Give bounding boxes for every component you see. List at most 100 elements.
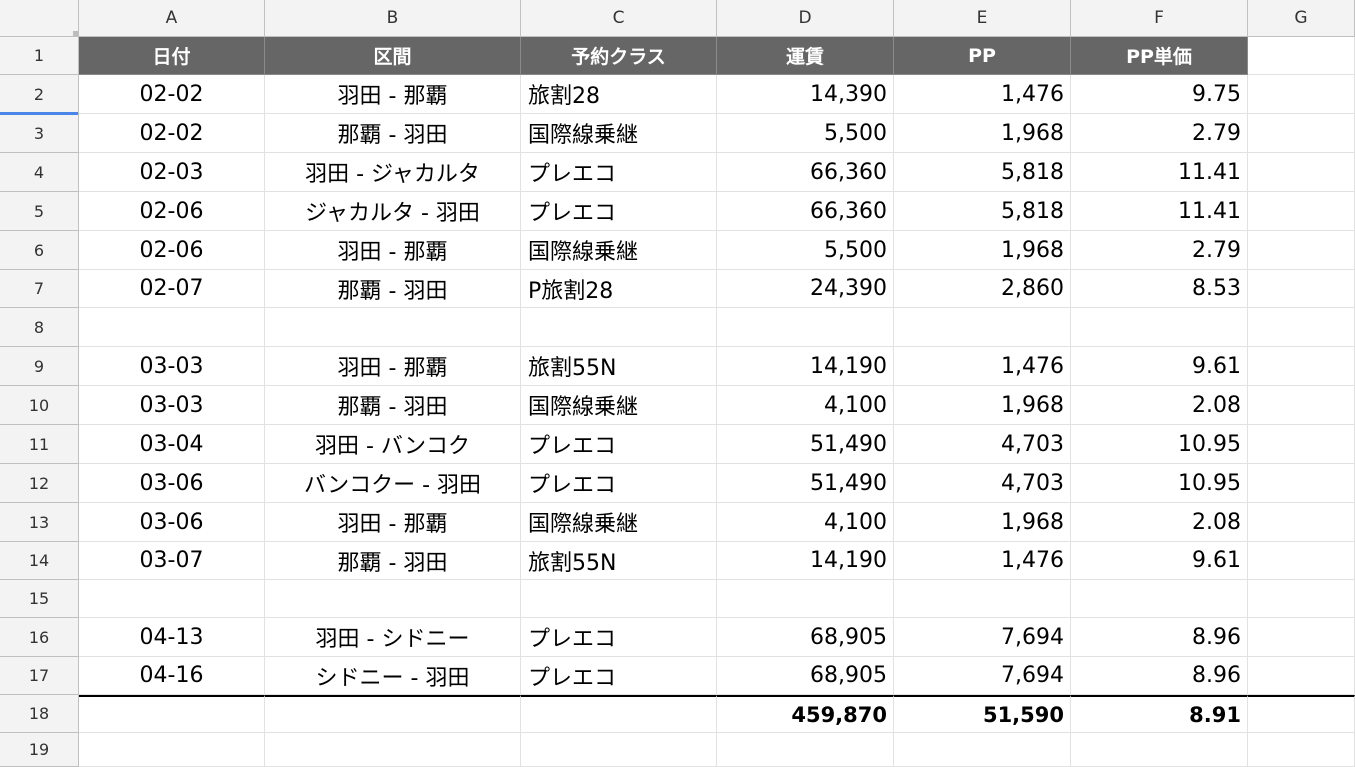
data-cell[interactable] <box>79 733 265 767</box>
data-cell[interactable]: 1,968 <box>894 503 1071 542</box>
column-header-f[interactable]: F <box>1071 0 1248 37</box>
data-cell[interactable]: 羽田 - シドニー <box>265 618 521 657</box>
total-cell[interactable]: 51,590 <box>894 695 1071 733</box>
data-cell[interactable] <box>894 733 1071 767</box>
data-cell[interactable] <box>1248 386 1355 425</box>
data-cell[interactable]: シドニー - 羽田 <box>265 657 521 695</box>
row-header-7[interactable]: 7 <box>0 270 79 308</box>
data-cell[interactable]: 5,818 <box>894 192 1071 231</box>
data-cell[interactable] <box>717 580 894 618</box>
row-header-12[interactable]: 12 <box>0 464 79 503</box>
data-cell[interactable]: 7,694 <box>894 657 1071 695</box>
data-cell[interactable]: 羽田 - バンコク <box>265 425 521 464</box>
data-cell[interactable]: 2.08 <box>1071 503 1248 542</box>
column-header-a[interactable]: A <box>79 0 265 37</box>
data-cell[interactable]: 羽田 - 那覇 <box>265 231 521 270</box>
total-cell[interactable]: 459,870 <box>717 695 894 733</box>
data-cell[interactable]: プレエコ <box>521 192 717 231</box>
data-cell[interactable] <box>1248 580 1355 618</box>
data-cell[interactable]: 11.41 <box>1071 192 1248 231</box>
data-cell[interactable]: 羽田 - 那覇 <box>265 503 521 542</box>
data-cell[interactable]: プレエコ <box>521 464 717 503</box>
data-cell[interactable] <box>521 733 717 767</box>
data-cell[interactable]: 那覇 - 羽田 <box>265 386 521 425</box>
data-cell[interactable]: 14,190 <box>717 347 894 386</box>
row-header-13[interactable]: 13 <box>0 503 79 542</box>
data-cell[interactable]: 2.08 <box>1071 386 1248 425</box>
data-cell[interactable]: バンコクー - 羽田 <box>265 464 521 503</box>
data-cell[interactable]: 1,476 <box>894 542 1071 580</box>
data-cell[interactable]: 14,190 <box>717 542 894 580</box>
total-cell[interactable] <box>79 695 265 733</box>
data-cell[interactable]: P旅割28 <box>521 270 717 308</box>
data-cell[interactable] <box>265 308 521 347</box>
data-cell[interactable] <box>79 308 265 347</box>
data-cell[interactable]: プレエコ <box>521 618 717 657</box>
data-cell[interactable] <box>1071 733 1248 767</box>
data-cell[interactable]: 9.61 <box>1071 542 1248 580</box>
data-cell[interactable]: 国際線乗継 <box>521 386 717 425</box>
data-cell[interactable]: 8.53 <box>1071 270 1248 308</box>
data-cell[interactable]: 8.96 <box>1071 657 1248 695</box>
data-cell[interactable]: 那覇 - 羽田 <box>265 114 521 153</box>
data-cell[interactable]: 02-07 <box>79 270 265 308</box>
data-cell[interactable]: 14,390 <box>717 75 894 114</box>
row-header-5[interactable]: 5 <box>0 192 79 231</box>
row-header-18[interactable]: 18 <box>0 695 79 733</box>
total-cell[interactable]: 8.91 <box>1071 695 1248 733</box>
data-cell[interactable] <box>1248 153 1355 192</box>
header-cell[interactable]: PP単価 <box>1071 37 1248 75</box>
header-cell[interactable]: PP <box>894 37 1071 75</box>
data-cell[interactable]: 03-04 <box>79 425 265 464</box>
data-cell[interactable] <box>1248 114 1355 153</box>
data-cell[interactable] <box>894 580 1071 618</box>
data-cell[interactable]: 4,100 <box>717 386 894 425</box>
data-cell[interactable]: 24,390 <box>717 270 894 308</box>
data-cell[interactable]: 03-03 <box>79 386 265 425</box>
data-cell[interactable]: 02-03 <box>79 153 265 192</box>
data-cell[interactable]: 羽田 - 那覇 <box>265 75 521 114</box>
data-cell[interactable]: 11.41 <box>1071 153 1248 192</box>
data-cell[interactable]: 68,905 <box>717 657 894 695</box>
data-cell[interactable] <box>717 308 894 347</box>
data-cell[interactable] <box>1248 425 1355 464</box>
data-cell[interactable] <box>1248 657 1355 695</box>
data-cell[interactable]: プレエコ <box>521 153 717 192</box>
column-header-c[interactable]: C <box>521 0 717 37</box>
data-cell[interactable]: 1,476 <box>894 75 1071 114</box>
row-header-9[interactable]: 9 <box>0 347 79 386</box>
row-header-16[interactable]: 16 <box>0 618 79 657</box>
data-cell[interactable]: 2,860 <box>894 270 1071 308</box>
data-cell[interactable] <box>717 733 894 767</box>
data-cell[interactable]: 51,490 <box>717 425 894 464</box>
data-cell[interactable]: 02-02 <box>79 114 265 153</box>
data-cell[interactable]: 03-06 <box>79 503 265 542</box>
data-cell[interactable]: 那覇 - 羽田 <box>265 270 521 308</box>
data-cell[interactable]: 02-06 <box>79 192 265 231</box>
data-cell[interactable]: 03-03 <box>79 347 265 386</box>
data-cell[interactable] <box>1248 37 1355 75</box>
header-cell[interactable]: 区間 <box>265 37 521 75</box>
total-cell[interactable] <box>265 695 521 733</box>
data-cell[interactable]: 7,694 <box>894 618 1071 657</box>
data-cell[interactable] <box>1248 542 1355 580</box>
data-cell[interactable]: 旅割28 <box>521 75 717 114</box>
data-cell[interactable]: 羽田 - ジャカルタ <box>265 153 521 192</box>
data-cell[interactable]: 国際線乗継 <box>521 503 717 542</box>
data-cell[interactable]: 9.75 <box>1071 75 1248 114</box>
data-cell[interactable]: 8.96 <box>1071 618 1248 657</box>
data-cell[interactable] <box>521 580 717 618</box>
row-header-11[interactable]: 11 <box>0 425 79 464</box>
data-cell[interactable] <box>1248 618 1355 657</box>
data-cell[interactable]: 02-02 <box>79 75 265 114</box>
header-cell[interactable]: 日付 <box>79 37 265 75</box>
data-cell[interactable]: プレエコ <box>521 425 717 464</box>
row-header-19[interactable]: 19 <box>0 733 79 767</box>
data-cell[interactable]: 羽田 - 那覇 <box>265 347 521 386</box>
data-cell[interactable] <box>1248 464 1355 503</box>
data-cell[interactable] <box>521 308 717 347</box>
column-header-d[interactable]: D <box>717 0 894 37</box>
row-header-14[interactable]: 14 <box>0 542 79 580</box>
total-cell[interactable] <box>521 695 717 733</box>
data-cell[interactable] <box>1248 503 1355 542</box>
